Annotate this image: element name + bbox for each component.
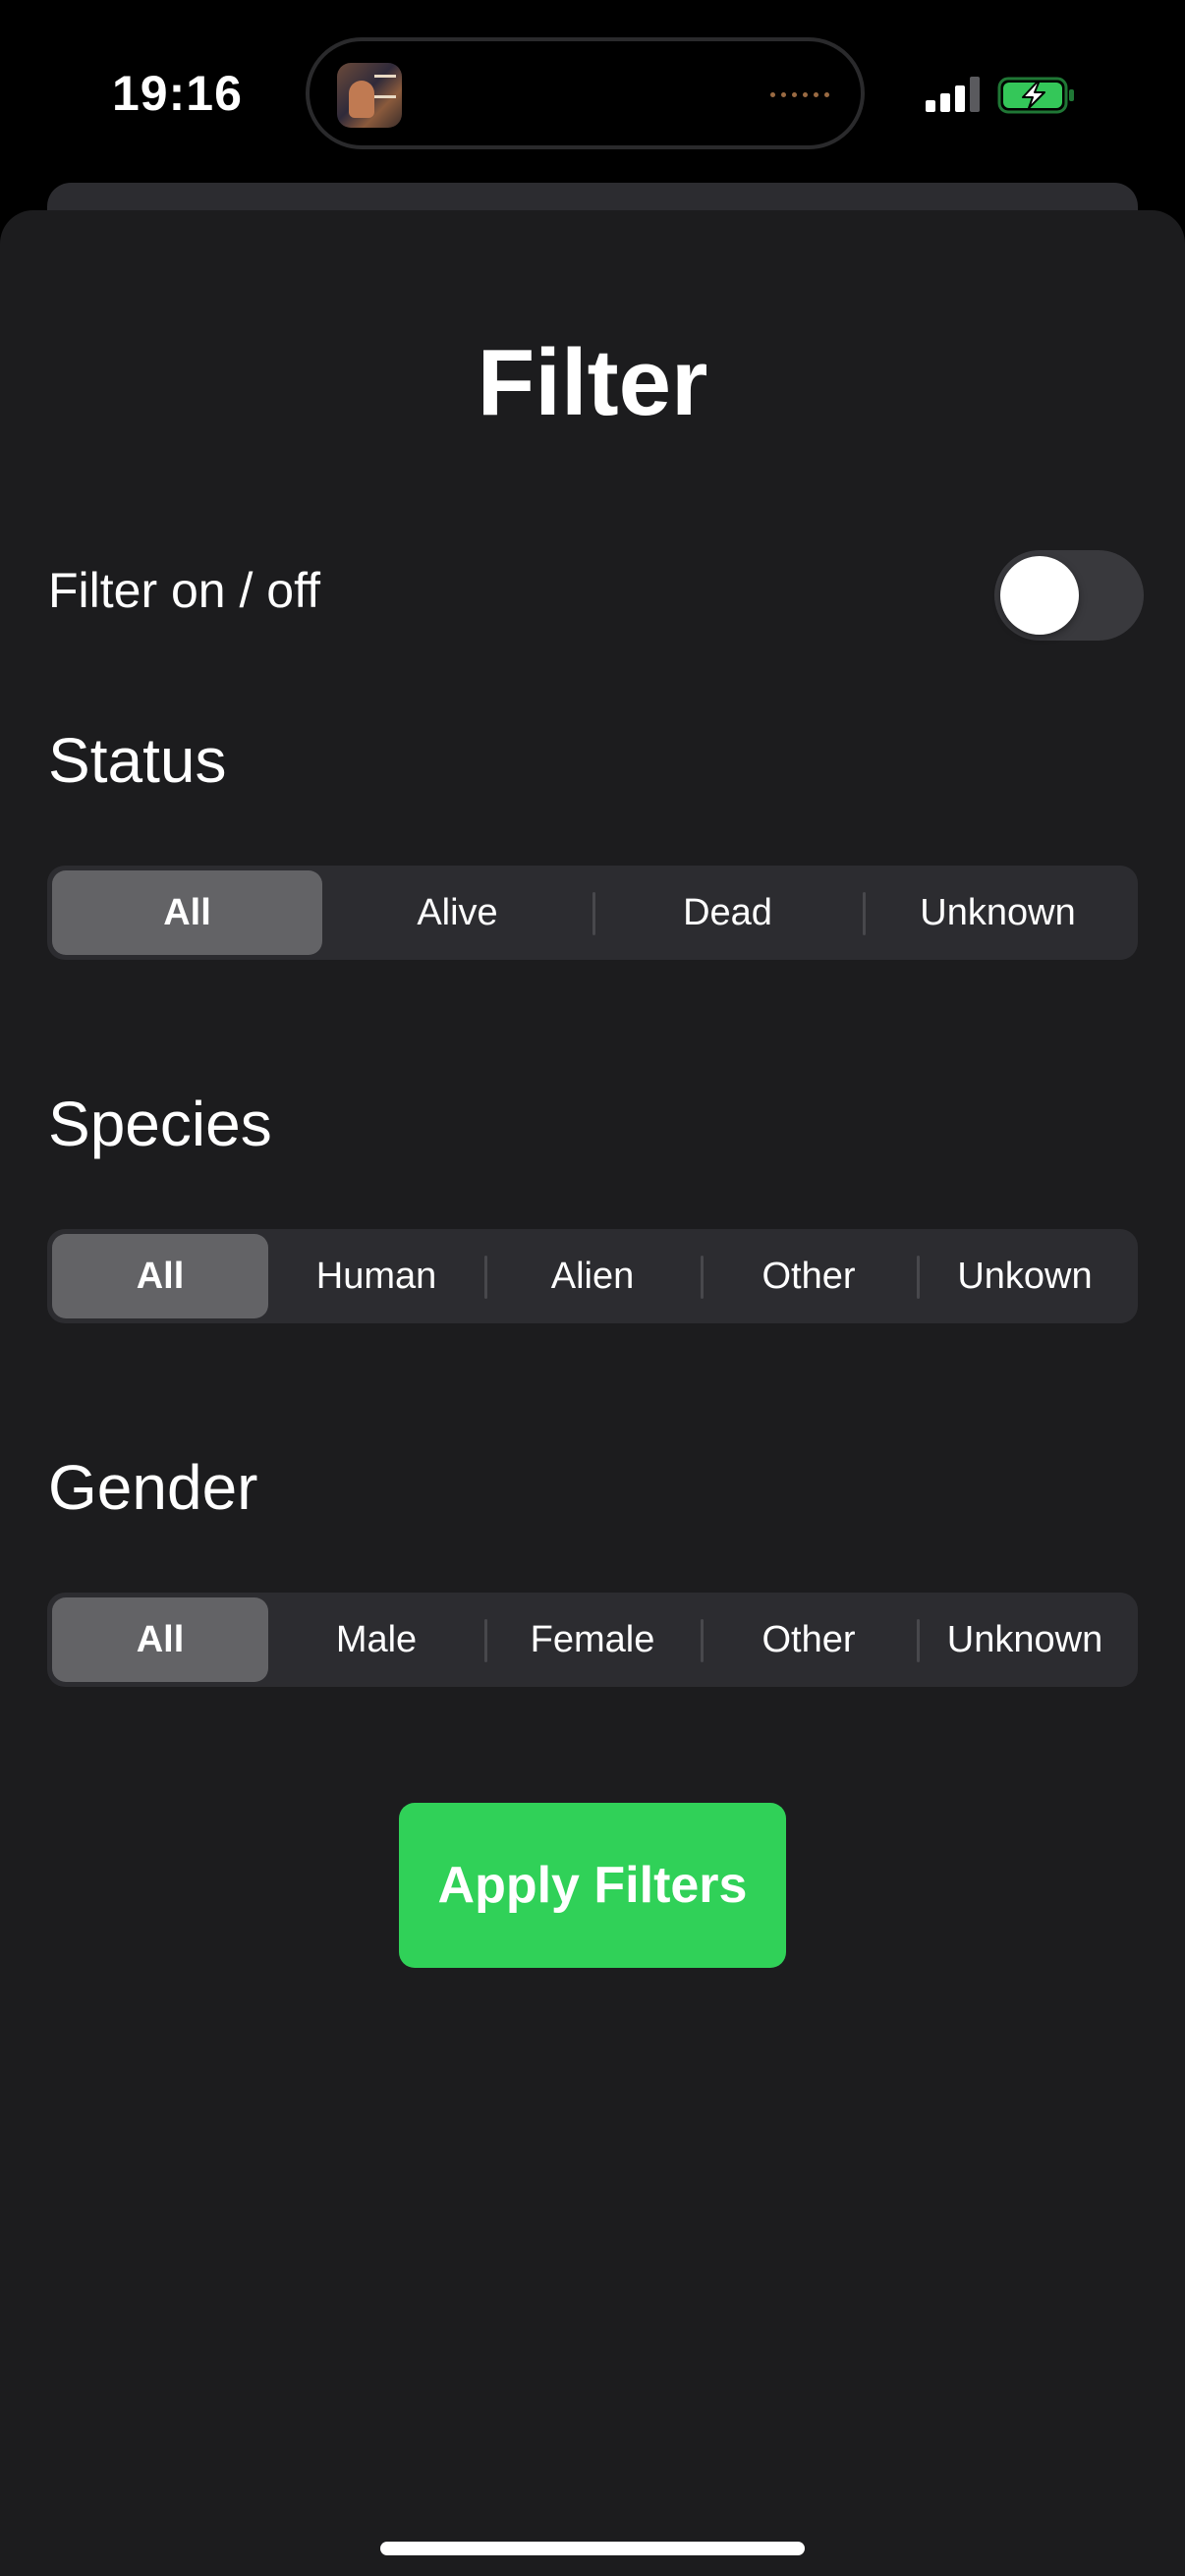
gender-option-unknown[interactable]: Unknown: [917, 1597, 1133, 1682]
toggle-knob: [1000, 556, 1079, 635]
status-bar: 19:16: [0, 0, 1185, 187]
page-title: Filter: [477, 330, 708, 435]
species-segmented-control: All Human Alien Other Unkown: [47, 1229, 1138, 1323]
gender-option-female[interactable]: Female: [484, 1597, 701, 1682]
species-option-human[interactable]: Human: [268, 1234, 484, 1318]
cellular-signal-icon: [926, 77, 980, 112]
battery-charging-icon: [997, 77, 1074, 114]
status-option-dead[interactable]: Dead: [592, 870, 863, 955]
gender-option-all[interactable]: All: [52, 1597, 268, 1682]
filter-sheet: Filter Filter on / off Status All Alive …: [0, 210, 1185, 2576]
species-option-unknown[interactable]: Unkown: [917, 1234, 1133, 1318]
gender-option-other[interactable]: Other: [701, 1597, 917, 1682]
species-section-title: Species: [48, 1089, 272, 1159]
species-option-alien[interactable]: Alien: [484, 1234, 701, 1318]
status-option-unknown[interactable]: Unknown: [863, 870, 1133, 955]
status-section-title: Status: [48, 725, 227, 796]
filter-toggle-label: Filter on / off: [48, 563, 320, 618]
gender-section-title: Gender: [48, 1452, 258, 1523]
home-indicator[interactable]: [380, 2542, 805, 2555]
status-option-alive[interactable]: Alive: [322, 870, 592, 955]
status-time: 19:16: [112, 66, 243, 121]
audio-waveform-icon: [770, 92, 829, 97]
species-option-all[interactable]: All: [52, 1234, 268, 1318]
status-option-all[interactable]: All: [52, 870, 322, 955]
gender-segmented-control: All Male Female Other Unknown: [47, 1593, 1138, 1687]
now-playing-artwork-icon: [337, 63, 402, 128]
species-option-other[interactable]: Other: [701, 1234, 917, 1318]
gender-option-male[interactable]: Male: [268, 1597, 484, 1682]
filter-toggle[interactable]: [994, 550, 1144, 641]
dynamic-island[interactable]: [306, 37, 865, 149]
status-segmented-control: All Alive Dead Unknown: [47, 866, 1138, 960]
apply-filters-button[interactable]: Apply Filters: [399, 1803, 786, 1968]
